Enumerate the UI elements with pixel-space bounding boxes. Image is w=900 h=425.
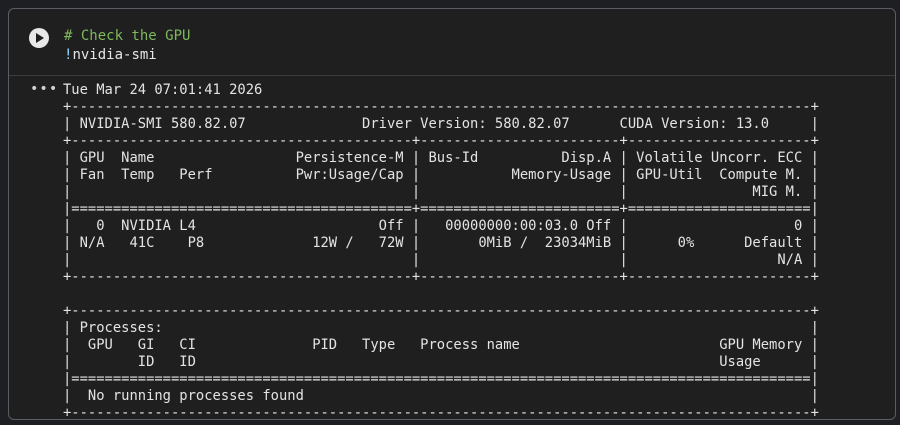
- output-line: | No running processes found |: [63, 388, 819, 404]
- code-comment: # Check the GPU: [64, 28, 191, 44]
- play-icon[interactable]: [29, 28, 49, 48]
- output-line: +---------------------------------------…: [63, 269, 819, 285]
- shell-command: nvidia-smi: [72, 47, 157, 63]
- output-line: | N/A 41C P8 12W / 72W | 0MiB / 23034MiB…: [63, 235, 819, 251]
- ellipsis-icon[interactable]: •••: [30, 81, 58, 97]
- notebook-code-cell: # Check the GPU !nvidia-smi ••• Tue Mar …: [8, 8, 896, 422]
- output-line: Tue Mar 24 07:01:41 2026: [63, 82, 263, 98]
- output-line: +---------------------------------------…: [63, 303, 819, 319]
- output-line: | | | N/A |: [63, 252, 819, 268]
- output-divider: [9, 75, 895, 76]
- output-line: | | | MIG M. |: [63, 184, 819, 200]
- output-line: | GPU GI CI PID Type Process name GPU Me…: [63, 337, 819, 353]
- output-line: +---------------------------------------…: [63, 99, 819, 115]
- output-line: | 0 NVIDIA L4 Off | 00000000:00:03.0 Off…: [63, 218, 819, 234]
- output-line: | GPU Name Persistence-M | Bus-Id Disp.A…: [63, 150, 819, 166]
- output-line: +---------------------------------------…: [63, 405, 819, 421]
- output-line: | Processes: |: [63, 320, 819, 336]
- cell-output: Tue Mar 24 07:01:41 2026 +--------------…: [63, 82, 819, 422]
- output-line: +---------------------------------------…: [63, 133, 819, 149]
- output-line: |=======================================…: [63, 371, 819, 387]
- output-line: | ID ID Usage |: [63, 354, 819, 370]
- output-line: | NVIDIA-SMI 580.82.07 Driver Version: 5…: [63, 116, 819, 132]
- output-line: |=======================================…: [63, 201, 819, 217]
- output-line: | Fan Temp Perf Pwr:Usage/Cap | Memory-U…: [63, 167, 819, 183]
- code-editor[interactable]: # Check the GPU !nvidia-smi: [64, 27, 190, 65]
